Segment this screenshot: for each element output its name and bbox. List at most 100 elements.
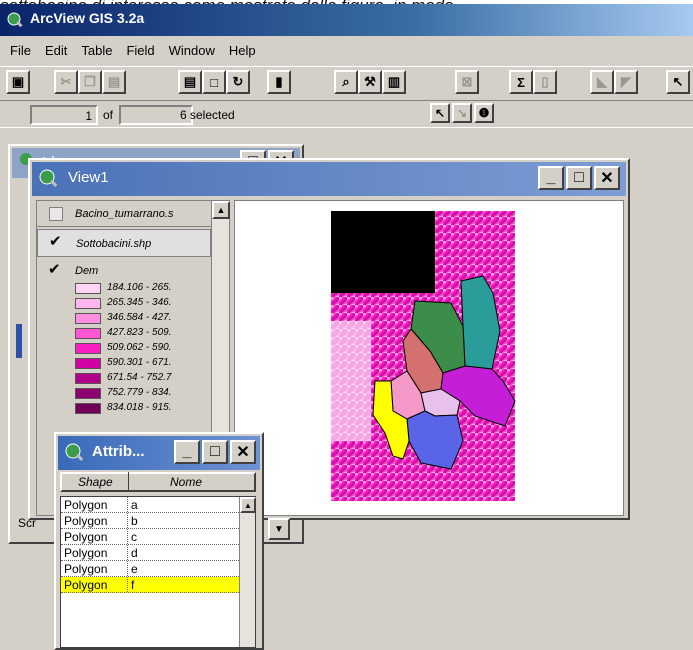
of-label: of (103, 108, 114, 122)
dem-class-label: 265.345 - 346. (107, 297, 172, 308)
find-icon[interactable]: ⌕ (334, 70, 358, 94)
table-row[interactable]: Polygon d (61, 545, 241, 561)
attributes-scroll-up-icon[interactable]: ▲ (240, 497, 256, 513)
cell-nome: d (131, 546, 138, 560)
selected-count-field: 1 (30, 105, 98, 125)
column-shape-header[interactable]: Shape (78, 475, 113, 489)
attributes-header: Shape Nome (60, 472, 256, 492)
view1-close-button[interactable]: ✕ (594, 166, 620, 190)
dem-class-swatch (75, 313, 101, 324)
theme-bacino-checkbox[interactable] (49, 207, 63, 221)
attributes-title: Attrib... (92, 443, 145, 460)
attributes-minimize-button[interactable]: _ (174, 440, 200, 464)
cell-nome: c (131, 530, 137, 544)
paste-icon[interactable]: ▤ (102, 70, 126, 94)
nodata-area (331, 211, 435, 293)
help-icon[interactable]: ↖ (666, 70, 690, 94)
dem-class-swatch (75, 388, 101, 399)
attributes-scrollbar[interactable]: ▲ (239, 497, 256, 647)
view1-minimize-button[interactable]: _ (538, 166, 564, 190)
attributes-maximize-button[interactable]: □ (202, 440, 228, 464)
table-row[interactable]: Polygon a (61, 497, 241, 513)
cell-divider (127, 513, 128, 528)
copy-icon[interactable]: ❐ (78, 70, 102, 94)
dem-lowland (331, 321, 371, 441)
menu-field[interactable]: Field (126, 43, 154, 64)
dem-class-swatch (75, 343, 101, 354)
dem-class-swatch (75, 298, 101, 309)
zoom-selected-icon[interactable]: ⊠ (455, 70, 479, 94)
refresh-icon[interactable]: ↻ (226, 70, 250, 94)
legend-scroll-down-icon[interactable]: ▼ (268, 518, 290, 540)
cell-divider (127, 529, 128, 544)
dem-class-swatch (75, 283, 101, 294)
column-nome-header[interactable]: Nome (170, 475, 202, 489)
stats-icon[interactable]: ▯ (533, 70, 557, 94)
cell-nome: e (131, 562, 138, 576)
legend-scroll-up-icon[interactable]: ▲ (212, 201, 230, 219)
dem-class-label: 752.779 - 834. (107, 387, 172, 398)
table-row[interactable]: Polygon e (61, 561, 241, 577)
attributes-close-button[interactable]: ✕ (230, 440, 256, 464)
layout-icon[interactable]: ◣ (590, 70, 614, 94)
dem-class-label: 590.301 - 671. (107, 357, 172, 368)
theme-bacino[interactable]: Bacino_tumarrano.s (37, 201, 211, 227)
view1-titlebar: View1 _ □ ✕ (32, 162, 626, 196)
dem-class-swatch (75, 358, 101, 369)
legend-icon[interactable]: □ (202, 70, 226, 94)
map-display[interactable] (234, 200, 624, 516)
map-canvas (331, 211, 516, 501)
attributes-titlebar: Attrib... _ □ ✕ (58, 436, 260, 470)
query-icon[interactable]: ⚒ (358, 70, 382, 94)
attributes-globe-icon (65, 443, 84, 461)
table-row[interactable]: Polygon c (61, 529, 241, 545)
selection-bar: 1 of 6 selected ↖ ↘ ❶ (0, 100, 693, 128)
table-row[interactable]: Polygon f (61, 577, 241, 593)
dem-class-label: 184.106 - 265. (107, 282, 172, 293)
select-arrow-icon[interactable]: ↖ (430, 103, 450, 123)
header-divider (128, 472, 129, 490)
save-icon[interactable]: ▣ (6, 70, 30, 94)
theme-sottobacini-label: Sottobacini.shp (76, 238, 152, 250)
cell-divider (127, 577, 128, 592)
dem-class-label: 509.062 - 590. (107, 342, 172, 353)
cell-shape: Polygon (64, 498, 108, 512)
info-icon[interactable]: ❶ (474, 103, 494, 123)
arcview-globe-icon (7, 12, 23, 28)
cell-shape: Polygon (64, 578, 108, 592)
sum-icon[interactable]: Σ (509, 70, 533, 94)
theme-props-icon[interactable]: ▤ (178, 70, 202, 94)
dem-class-label: 427.823 - 509. (107, 327, 172, 338)
attributes-grid: Polygon a Polygon b Polygon c Polygon d Polygon e… (60, 496, 256, 648)
table-row[interactable]: Polygon b (61, 513, 241, 529)
cell-shape: Polygon (64, 562, 108, 576)
chart-icon[interactable]: ▮ (267, 70, 291, 94)
table-icon[interactable]: ▥ (382, 70, 406, 94)
toolbar: ▣ ✂ ❐ ▤ ▤ □ ↻ ▮ ⌕ ⚒ ▥ ⊠ Σ ▯ ◣ ◤ ↖ (0, 66, 693, 98)
theme-sottobacini[interactable]: ✔ Sottobacini.shp (37, 229, 211, 257)
theme-sottobacini-checkbox[interactable]: ✔ (49, 234, 63, 249)
select-feature-icon[interactable]: ↘ (452, 103, 472, 123)
menu-bar: File Edit Table Field Window Help (0, 40, 693, 64)
menu-edit[interactable]: Edit (45, 43, 67, 64)
dem-class-label: 671.54 - 752.7 (107, 372, 172, 383)
theme-dem[interactable]: ✔ Dem 184.106 - 265. 265.345 - 346. 346.58… (37, 261, 211, 441)
theme-dem-checkbox[interactable]: ✔ (48, 262, 62, 277)
menu-table[interactable]: Table (81, 43, 112, 64)
cut-icon[interactable]: ✂ (54, 70, 78, 94)
selected-label: 6 selected (180, 108, 235, 122)
menu-help[interactable]: Help (229, 43, 256, 64)
menu-window[interactable]: Window (169, 43, 215, 64)
view1-maximize-button[interactable]: □ (566, 166, 592, 190)
menu-file[interactable]: File (10, 43, 31, 64)
cell-divider (127, 561, 128, 576)
app-title: ArcView GIS 3.2a (30, 10, 145, 26)
app-title-bar: ArcView GIS 3.2a (0, 4, 693, 36)
cell-nome: f (131, 578, 135, 592)
cell-shape: Polygon (64, 514, 108, 528)
dem-class-swatch (75, 373, 101, 384)
dem-class-label: 346.584 - 427. (107, 312, 172, 323)
identify-icon[interactable]: ◤ (614, 70, 638, 94)
cell-nome: a (131, 498, 138, 512)
project-selection-marker (16, 324, 22, 358)
